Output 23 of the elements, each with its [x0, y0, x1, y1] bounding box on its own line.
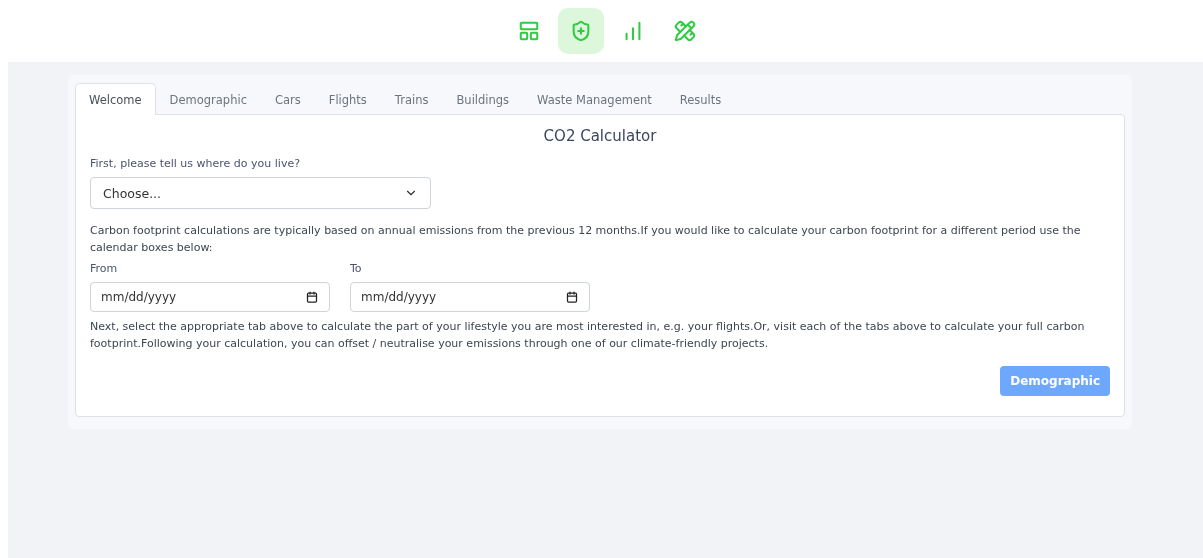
calendar-icon: [566, 291, 578, 303]
page-title: CO2 Calculator: [542, 127, 658, 145]
country-select[interactable]: Choose...: [90, 177, 431, 209]
paragraph: Next, select the appropriate tab above to calculate the part of your lifestyle you are most interested in, e.g. your flights.Or, visit each of the tabs above to calculate your full carbon footprint.Following your calculation, you can offset / neutralise your emissions through one of our climate-friendly projects.: [90, 319, 1086, 352]
field-label: To: [350, 262, 363, 275]
tab[interactable]: Welcome: [75, 83, 156, 115]
pencil-ruler-icon: [673, 20, 696, 42]
tab[interactable]: Flights: [314, 83, 381, 115]
nav-button[interactable]: [557, 8, 604, 54]
paragraph: Carbon footprint calculations are typically based on annual emissions from the previous 12 months.If you would like to calculate your carbon footprint for a different period use the calendar boxes below:: [90, 223, 1082, 256]
tab[interactable]: Results: [665, 83, 736, 115]
layout-icon: [517, 20, 540, 42]
calendar-icon: [306, 291, 318, 303]
next-button[interactable]: Demographic: [1000, 366, 1110, 396]
tab[interactable]: Cars: [260, 83, 315, 115]
tab[interactable]: Waste Management: [523, 83, 666, 115]
date-field[interactable]: mm/dd/yyyy: [90, 282, 330, 312]
tab[interactable]: Buildings: [442, 83, 524, 115]
date-field[interactable]: mm/dd/yyyy: [350, 282, 590, 312]
field-label: From: [90, 262, 119, 275]
tab[interactable]: Trains: [380, 83, 443, 115]
tab[interactable]: Demographic: [155, 83, 261, 115]
field-label: First, please tell us where do you live?: [90, 157, 301, 170]
